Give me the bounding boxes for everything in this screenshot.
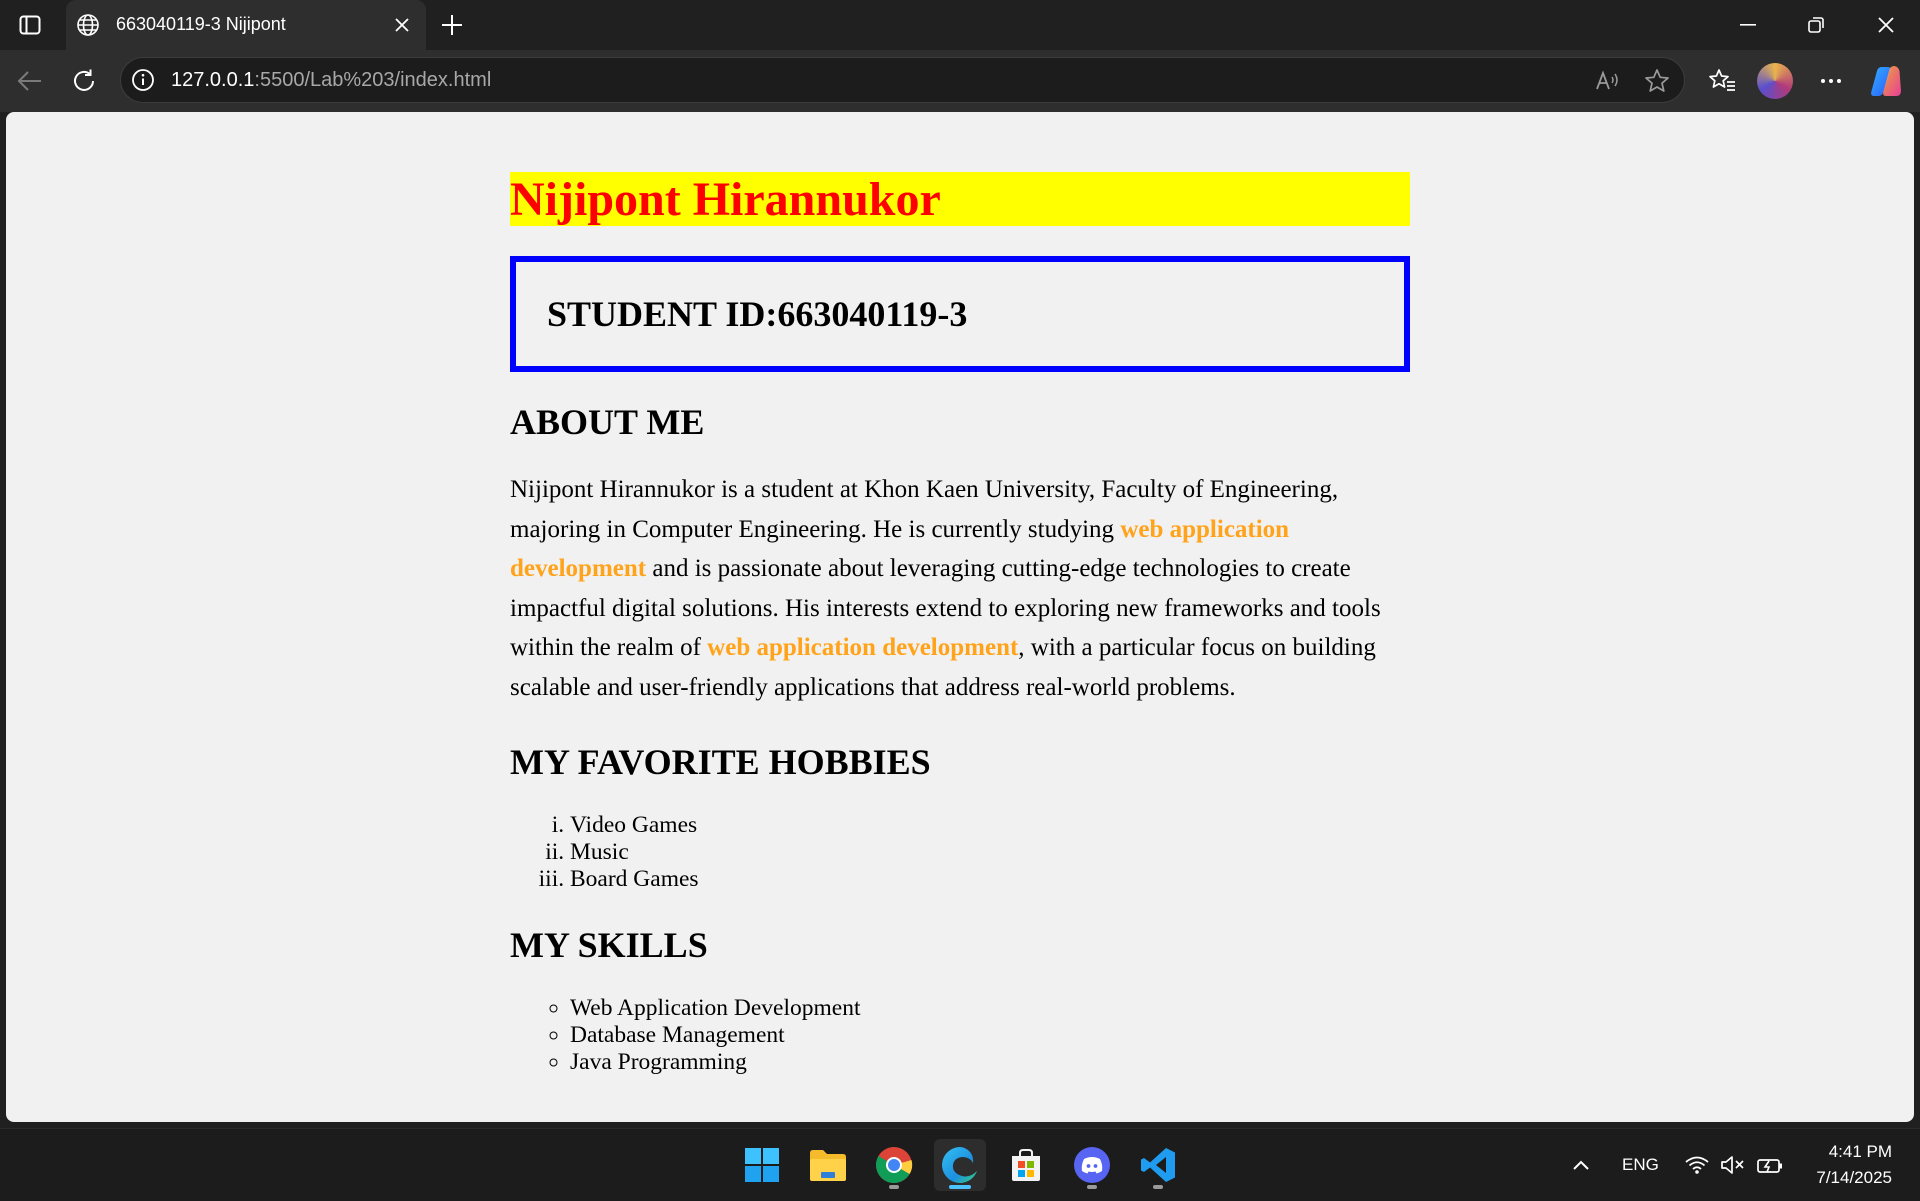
copilot-icon[interactable] [1868, 63, 1904, 99]
globe-icon [76, 13, 100, 37]
highlight-text-2: web application development [707, 634, 1019, 662]
tab-actions-icon[interactable] [14, 12, 46, 38]
store-icon[interactable] [1000, 1139, 1052, 1191]
url-path: :5500/Lab%203/index.html [254, 69, 492, 91]
show-hidden-icons[interactable] [1572, 1129, 1590, 1201]
restore-icon[interactable] [1782, 0, 1850, 50]
start-icon[interactable] [736, 1139, 788, 1191]
refresh-icon[interactable] [66, 63, 102, 99]
url-host: 127.0.0.1 [171, 69, 255, 91]
url-text: 127.0.0.1:5500/Lab%203/index.html [171, 69, 491, 92]
discord-icon[interactable] [1066, 1139, 1118, 1191]
list-item: Java Programming [570, 1049, 860, 1076]
wifi-icon[interactable] [1684, 1129, 1710, 1201]
close-window-icon[interactable] [1852, 0, 1920, 50]
active-tab[interactable]: 663040119-3 Nijipont [66, 0, 426, 50]
close-tab-icon[interactable] [390, 13, 414, 37]
clock-time: 4:41 PM [1828, 1142, 1892, 1161]
edge-icon[interactable] [934, 1139, 986, 1191]
chrome-icon[interactable] [868, 1139, 920, 1191]
more-menu-icon[interactable] [1813, 63, 1849, 99]
address-bar[interactable]: 127.0.0.1:5500/Lab%203/index.html [120, 57, 1685, 103]
favorites-icon[interactable] [1704, 63, 1740, 99]
volume-muted-icon[interactable] [1720, 1129, 1746, 1201]
language-indicator[interactable]: ENG [1622, 1129, 1659, 1201]
clock[interactable]: 4:41 PM 7/14/2025 [1816, 1139, 1892, 1191]
taskbar: ENG 4:41 PM 7/14/2025 [0, 1128, 1920, 1201]
skills-heading: MY SKILLS [510, 925, 708, 965]
profile-avatar[interactable] [1757, 63, 1793, 99]
back-icon[interactable] [12, 63, 48, 99]
skills-list: Web Application Development Database Man… [570, 995, 860, 1076]
hobbies-list: Video Games Music Board Games [570, 812, 699, 893]
file-explorer-icon[interactable] [802, 1139, 854, 1191]
running-indicator [1153, 1185, 1163, 1189]
list-item: Music [570, 839, 699, 866]
list-item: Video Games [570, 812, 699, 839]
battery-icon[interactable] [1756, 1129, 1784, 1201]
active-indicator [949, 1185, 971, 1189]
page-viewport: Nijipont Hirannukor STUDENT ID:663040119… [6, 112, 1914, 1122]
student-name-heading: Nijipont Hirannukor [510, 172, 1410, 226]
student-id-box: STUDENT ID:663040119-3 [510, 256, 1410, 372]
favorite-star-icon[interactable] [1642, 66, 1672, 96]
site-info-icon[interactable] [131, 68, 155, 92]
new-tab-icon[interactable] [438, 11, 466, 39]
browser-toolbar: 127.0.0.1:5500/Lab%203/index.html [0, 50, 1920, 112]
running-indicator [889, 1185, 899, 1189]
minimize-icon[interactable] [1714, 0, 1782, 50]
read-aloud-icon[interactable] [1592, 66, 1622, 96]
list-item: Web Application Development [570, 995, 860, 1022]
list-item: Database Management [570, 1022, 860, 1049]
tab-bar: 663040119-3 Nijipont [0, 0, 1920, 50]
hobbies-heading: MY FAVORITE HOBBIES [510, 742, 931, 782]
tab-title: 663040119-3 Nijipont [116, 14, 286, 34]
running-indicator [1087, 1185, 1097, 1189]
clock-date: 7/14/2025 [1816, 1168, 1892, 1187]
vscode-icon[interactable] [1132, 1139, 1184, 1191]
about-heading: ABOUT ME [510, 402, 705, 442]
student-id-heading: STUDENT ID:663040119-3 [547, 294, 968, 334]
list-item: Board Games [570, 866, 699, 893]
about-paragraph: Nijipont Hirannukor is a student at Khon… [510, 470, 1410, 708]
